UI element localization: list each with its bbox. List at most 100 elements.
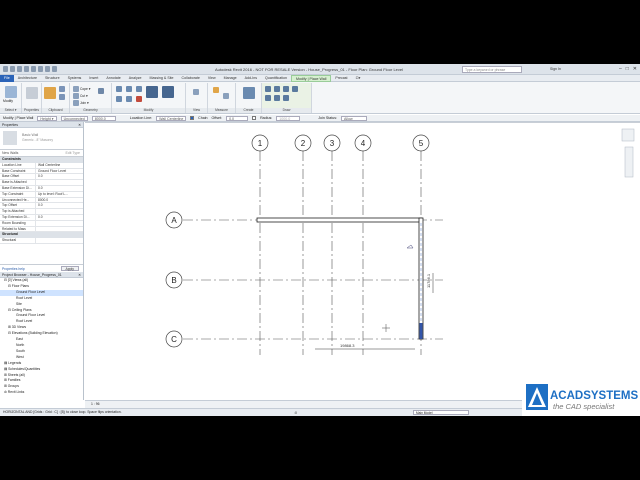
view-icon[interactable] [193, 89, 199, 95]
maximize-icon[interactable]: □ [626, 66, 629, 72]
property-value[interactable] [36, 221, 83, 226]
wall-segment[interactable] [256, 217, 423, 223]
rotate-icon[interactable] [162, 86, 174, 98]
search-input[interactable]: Type a keyword or phrase [462, 66, 522, 73]
property-value[interactable]: Up to level: Roof L... [36, 192, 83, 197]
radius-checkbox[interactable] [252, 116, 257, 120]
open-icon[interactable] [10, 66, 15, 72]
properties-help-link[interactable]: Properties help [2, 267, 25, 271]
paste-icon[interactable] [44, 87, 56, 99]
tab-architecture[interactable]: Architecture [14, 76, 41, 80]
temp-dimension-vertical[interactable]: 11786.1 [426, 273, 431, 288]
tab-file[interactable]: File [0, 74, 14, 82]
property-value[interactable]: 0.0 [36, 186, 83, 191]
delete-icon[interactable] [136, 96, 142, 102]
property-value[interactable]: Ground Floor Level [36, 169, 83, 174]
instance-filter[interactable]: New Walls Edit Type [0, 150, 83, 157]
split-icon[interactable] [116, 96, 122, 102]
tab-systems[interactable]: Systems [64, 76, 86, 80]
save-icon[interactable] [17, 66, 22, 72]
tab-collaborate[interactable]: Collaborate [178, 76, 204, 80]
chain-checkbox[interactable] [190, 116, 195, 120]
dimension-icon[interactable] [223, 93, 229, 99]
properties-icon[interactable] [26, 87, 38, 99]
navigation-bar[interactable] [624, 146, 634, 178]
view-scale[interactable]: 1 : 96 [91, 402, 99, 406]
tab-analyze[interactable]: Analyze [125, 76, 146, 80]
radius-input[interactable]: 1000.0 [276, 115, 301, 121]
property-value[interactable] [36, 238, 83, 243]
cope-icon[interactable] [73, 86, 79, 92]
join-status-dropdown[interactable]: Allow [341, 115, 368, 121]
tab-precast[interactable]: Precast [331, 76, 351, 80]
tab-add-ins[interactable]: Add-Ins [241, 76, 261, 80]
height-dropdown[interactable]: Height ▾ [37, 115, 57, 121]
fillet-arc-icon[interactable] [274, 95, 280, 101]
design-option-dropdown[interactable]: Main Model [413, 410, 469, 415]
redo-icon[interactable] [31, 66, 36, 72]
pick-lines-icon[interactable] [283, 95, 289, 101]
property-value[interactable]: 0.0 [36, 174, 83, 179]
tab-structure[interactable]: Structure [41, 76, 64, 80]
revit-logo-icon[interactable] [3, 66, 8, 72]
edit-type-button[interactable]: Edit Type [65, 150, 80, 157]
paint-icon[interactable] [98, 88, 104, 94]
apply-button[interactable]: Apply [60, 266, 79, 271]
flip-control-icon[interactable] [406, 244, 414, 249]
mirror-icon[interactable] [136, 86, 142, 92]
print-icon[interactable] [38, 66, 43, 72]
sign-in-link[interactable]: Sign In [550, 67, 561, 71]
temp-dimension-horizontal[interactable]: 19868.3 [340, 343, 355, 348]
cut-icon[interactable] [59, 86, 65, 92]
property-value[interactable]: Wall Centerline [36, 163, 83, 168]
join-label: Join ▾ [80, 101, 89, 105]
minimize-icon[interactable]: – [619, 66, 622, 72]
text-icon[interactable] [52, 66, 57, 72]
copy-icon[interactable] [59, 94, 65, 100]
polygon-icon[interactable] [283, 86, 289, 92]
tab-massing-site[interactable]: Massing & Site [146, 76, 178, 80]
drawing-area[interactable]: 1 2 3 4 5 A B C 19868.3 11786.1 [85, 122, 640, 400]
view-group: View [186, 83, 208, 113]
join-icon[interactable] [73, 100, 79, 106]
property-row[interactable]: Structural [0, 238, 83, 244]
offset-icon[interactable] [126, 86, 132, 92]
tab-insert[interactable]: Insert [85, 76, 102, 80]
property-value[interactable] [36, 227, 83, 232]
rectangle-icon[interactable] [274, 86, 280, 92]
wall-line-icon[interactable] [265, 86, 271, 92]
offset-input[interactable]: 0.0 [226, 115, 249, 121]
floor-plan-svg[interactable]: 1 2 3 4 5 A B C 19868.3 11786.1 [85, 123, 640, 401]
cut-label: Cut ▾ [80, 94, 88, 98]
trim-icon[interactable] [126, 96, 132, 102]
browser-item[interactable]: ⊘ Revit Links [0, 390, 83, 396]
cut-geometry-icon[interactable] [73, 93, 79, 99]
height-input[interactable]: 8000.0 [91, 115, 116, 121]
align-icon[interactable] [116, 86, 122, 92]
move-icon[interactable] [146, 86, 158, 98]
property-value[interactable] [36, 209, 83, 214]
create-similar-icon[interactable] [243, 87, 255, 99]
close-icon[interactable]: ✕ [633, 66, 637, 72]
tab-quantification[interactable]: Quantification [261, 76, 291, 80]
tab-annotate[interactable]: Annotate [102, 76, 124, 80]
property-value[interactable]: 0.0 [36, 203, 83, 208]
undo-icon[interactable] [24, 66, 29, 72]
measure-icon[interactable] [45, 66, 50, 72]
type-selector[interactable]: Basic Wall Generic - 8" Masonry [0, 128, 83, 150]
property-value[interactable] [36, 180, 83, 185]
modify-icon[interactable] [5, 86, 17, 98]
property-value[interactable]: 8000.0 [36, 198, 83, 203]
viewcube-icon[interactable] [621, 128, 635, 142]
circle-icon[interactable] [292, 86, 298, 92]
location-line-dropdown[interactable]: Wall Centerline [156, 115, 187, 121]
arc-icon[interactable] [265, 95, 271, 101]
ribbon: Modify Select ▾ Properties Clipboard Cop… [0, 82, 640, 114]
tab-view[interactable]: View [204, 76, 220, 80]
tab-modify-place-wall[interactable]: Modify | Place Wall [291, 74, 332, 82]
tab-[interactable]: ⊡▾ [352, 76, 365, 80]
measure-tool-icon[interactable] [213, 87, 219, 93]
property-value[interactable]: 0.0 [36, 215, 83, 220]
tab-manage[interactable]: Manage [220, 76, 241, 80]
height-constraint-dropdown[interactable]: Unconnected [60, 115, 88, 121]
